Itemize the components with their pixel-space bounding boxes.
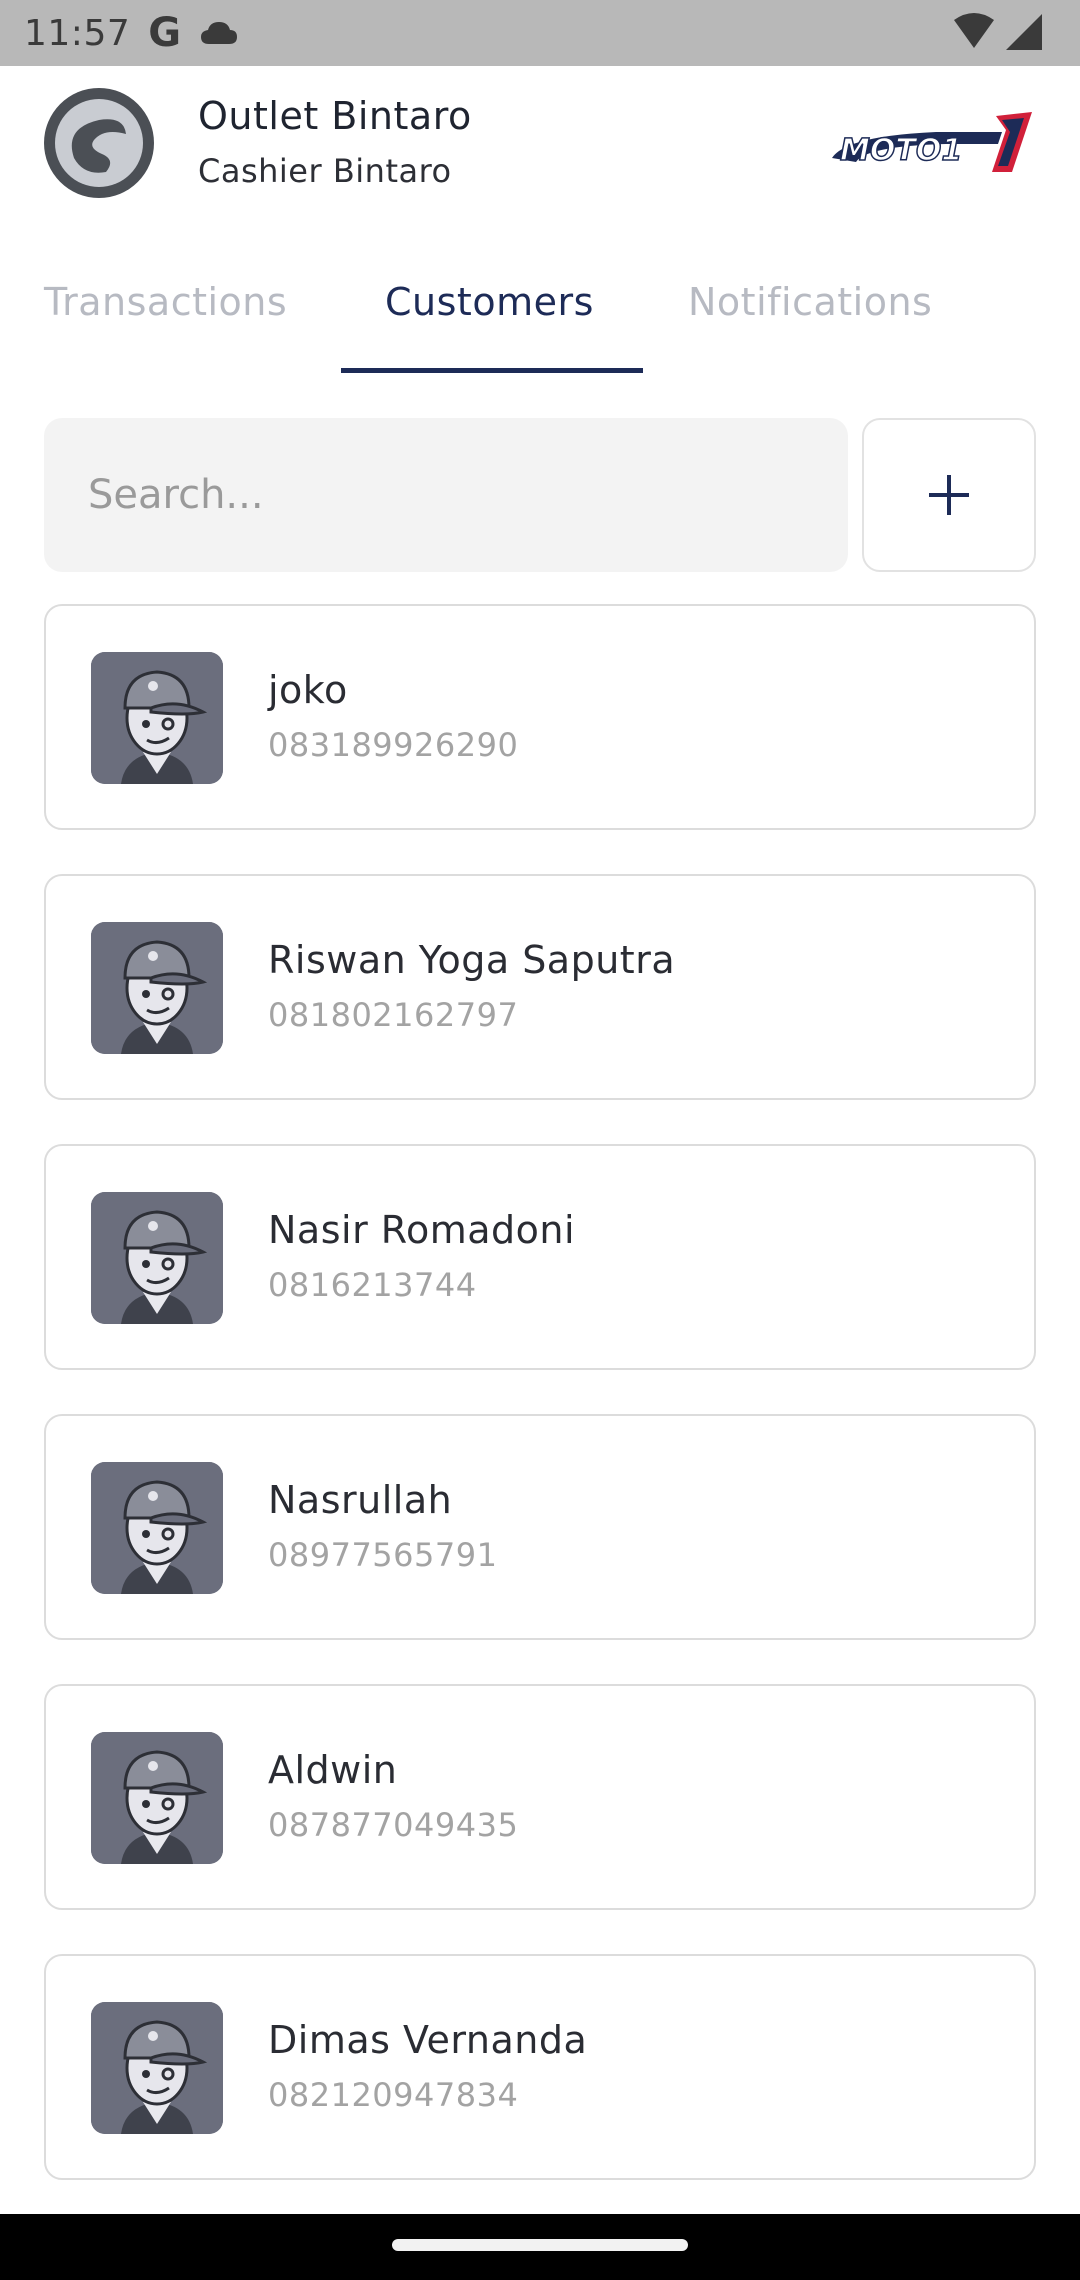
avatar bbox=[91, 1192, 223, 1324]
customer-phone: 081802162797 bbox=[268, 996, 519, 1034]
tab-transactions[interactable]: Transactions bbox=[44, 280, 287, 324]
customer-card[interactable]: Dimas Vernanda 082120947834 bbox=[44, 1954, 1036, 2180]
customer-phone: 082120947834 bbox=[268, 2076, 519, 2114]
status-bar: 11:57 G bbox=[0, 0, 1080, 66]
customer-card[interactable]: Nasrullah 08977565791 bbox=[44, 1414, 1036, 1640]
customer-phone: 083189926290 bbox=[268, 726, 519, 764]
plus-icon bbox=[929, 475, 969, 515]
tab-bar: Transactions Customers Notifications bbox=[0, 250, 1080, 374]
customer-name: Nasir Romadoni bbox=[268, 1208, 576, 1252]
customer-phone: 087877049435 bbox=[268, 1806, 519, 1844]
avatar bbox=[91, 922, 223, 1054]
customer-name: joko bbox=[268, 668, 348, 712]
avatar bbox=[91, 1732, 223, 1864]
customer-card[interactable]: Aldwin 087877049435 bbox=[44, 1684, 1036, 1910]
outlet-name: Outlet Bintaro bbox=[198, 94, 472, 138]
tab-customers[interactable]: Customers bbox=[385, 280, 594, 324]
outlet-logo bbox=[44, 88, 154, 198]
customer-card[interactable]: Riswan Yoga Saputra 081802162797 bbox=[44, 874, 1036, 1100]
customer-list: joko 083189926290 Riswan Yoga Saputra 0818… bbox=[44, 604, 1036, 2224]
svg-text:MOTO1: MOTO1 bbox=[840, 133, 962, 168]
customer-card[interactable]: Nasir Romadoni 0816213744 bbox=[44, 1144, 1036, 1370]
customer-name: Nasrullah bbox=[268, 1478, 453, 1522]
avatar bbox=[91, 2002, 223, 2134]
search-box bbox=[44, 418, 848, 572]
wifi-icon bbox=[954, 13, 994, 48]
avatar bbox=[91, 652, 223, 784]
add-customer-button[interactable] bbox=[862, 418, 1036, 572]
brand-logo: MOTO1 bbox=[832, 112, 1032, 172]
system-nav-bar bbox=[0, 2214, 1080, 2280]
cloud-icon bbox=[201, 22, 238, 44]
tab-notifications[interactable]: Notifications bbox=[688, 280, 932, 324]
google-icon: G bbox=[148, 10, 182, 56]
search-input[interactable] bbox=[44, 418, 848, 572]
customer-card[interactable]: joko 083189926290 bbox=[44, 604, 1036, 830]
signal-icon bbox=[1006, 14, 1042, 50]
customer-phone: 08977565791 bbox=[268, 1536, 498, 1574]
tab-active-indicator bbox=[341, 368, 643, 373]
customer-phone: 0816213744 bbox=[268, 1266, 477, 1304]
status-indicators bbox=[952, 12, 1044, 52]
header: Outlet Bintaro Cashier Bintaro MOTO1 bbox=[0, 66, 1080, 216]
home-gesture-handle[interactable] bbox=[392, 2239, 688, 2251]
customer-name: Dimas Vernanda bbox=[268, 2018, 588, 2062]
customer-name: Aldwin bbox=[268, 1748, 398, 1792]
customer-name: Riswan Yoga Saputra bbox=[268, 938, 676, 982]
status-time: 11:57 bbox=[24, 12, 131, 54]
avatar bbox=[91, 1462, 223, 1594]
cashier-role: Cashier Bintaro bbox=[198, 152, 452, 190]
